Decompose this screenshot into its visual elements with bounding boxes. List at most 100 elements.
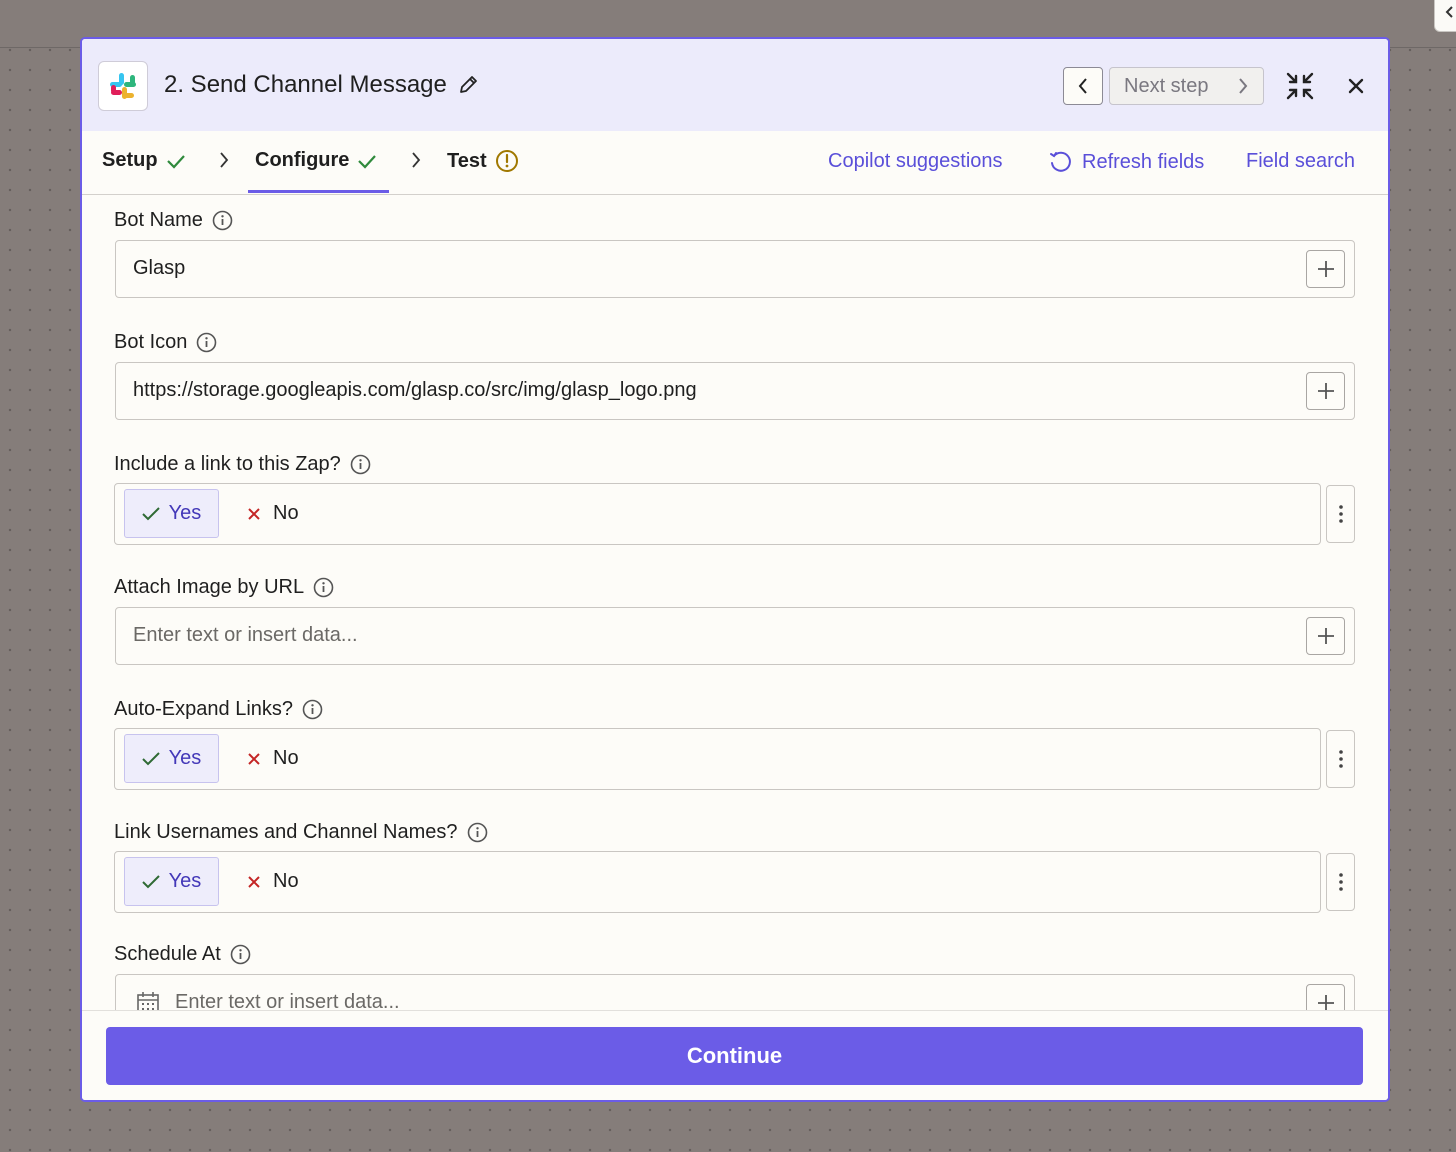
tab-test[interactable]: Test — [447, 149, 519, 173]
chevron-left-icon — [1445, 6, 1453, 18]
field-search-link[interactable]: Field search — [1246, 150, 1355, 173]
link-names-label: Link Usernames and Channel Names? — [114, 821, 488, 844]
auto-expand-toggle: Yes No — [114, 728, 1321, 790]
check-icon — [166, 154, 185, 169]
bot-icon-label-text: Bot Icon — [114, 331, 188, 353]
insert-data-button[interactable] — [1306, 250, 1345, 288]
warning-circle-icon — [495, 150, 518, 172]
check-icon — [358, 154, 377, 169]
attach-image-label: Attach Image by URL — [114, 576, 334, 599]
link-names-label-text: Link Usernames and Channel Names? — [114, 821, 458, 843]
info-icon[interactable] — [313, 577, 334, 598]
slack-app-icon — [98, 61, 148, 111]
kebab-menu-icon — [1338, 505, 1343, 523]
bot-icon-label: Bot Icon — [114, 331, 217, 354]
yes-option-label: Yes — [168, 502, 202, 524]
no-option[interactable]: No — [247, 734, 299, 783]
yes-option-label: Yes — [168, 870, 202, 892]
schedule-at-label-text: Schedule At — [114, 943, 221, 965]
include-link-label: Include a link to this Zap? — [114, 453, 371, 476]
modal-footer: Continue — [82, 1010, 1388, 1100]
no-option-label: No — [273, 502, 299, 524]
copilot-suggestions-label: Copilot suggestions — [828, 150, 1003, 172]
yes-option[interactable]: Yes — [124, 734, 219, 783]
x-icon — [248, 507, 260, 520]
step-title[interactable]: 2. Send Channel Message — [164, 71, 479, 99]
info-icon[interactable] — [230, 944, 251, 965]
schedule-at-placeholder: Enter text or insert data... — [175, 991, 400, 1010]
continue-button-label: Continue — [686, 1043, 783, 1068]
bot-icon-value: https://storage.googleapis.com/glasp.co/… — [133, 379, 697, 401]
field-options-button[interactable] — [1326, 853, 1355, 911]
chevron-right-icon — [220, 152, 229, 168]
next-step-button[interactable]: Next step — [1109, 67, 1264, 105]
collapse-arrows-icon — [1286, 72, 1314, 100]
pencil-icon[interactable] — [457, 74, 479, 96]
field-options-button[interactable] — [1326, 730, 1355, 788]
schedule-at-label: Schedule At — [114, 943, 251, 966]
insert-data-button[interactable] — [1306, 617, 1345, 655]
chevron-left-icon — [1078, 78, 1087, 94]
bot-icon-field[interactable]: https://storage.googleapis.com/glasp.co/… — [115, 362, 1355, 420]
attach-image-label-text: Attach Image by URL — [114, 576, 305, 598]
yes-option[interactable]: Yes — [124, 857, 219, 906]
auto-expand-label: Auto-Expand Links? — [114, 698, 323, 721]
tab-configure-label: Configure — [255, 149, 350, 171]
tab-configure[interactable]: Configure — [255, 149, 377, 172]
no-option[interactable]: No — [247, 489, 299, 538]
previous-step-button[interactable] — [1063, 67, 1103, 105]
insert-data-button[interactable] — [1306, 984, 1345, 1010]
no-option-label: No — [273, 747, 299, 769]
x-icon — [248, 875, 260, 888]
no-option-label: No — [273, 870, 299, 892]
next-step-label: Next step — [1124, 74, 1209, 97]
step-tabs: Setup Configure Test Copilot suggestions — [82, 131, 1388, 195]
kebab-menu-icon — [1338, 873, 1343, 891]
kebab-menu-icon — [1338, 750, 1343, 768]
chevron-right-icon — [412, 152, 421, 168]
x-icon — [248, 752, 260, 765]
slack-logo-icon — [110, 73, 136, 99]
info-icon[interactable] — [196, 332, 217, 353]
field-search-label: Field search — [1246, 150, 1355, 172]
close-button[interactable] — [1342, 72, 1370, 100]
check-icon — [141, 751, 160, 765]
copilot-suggestions-link[interactable]: Copilot suggestions — [828, 150, 1003, 173]
step-title-text: 2. Send Channel Message — [164, 71, 447, 98]
auto-expand-label-text: Auto-Expand Links? — [114, 698, 294, 720]
bot-name-value: Glasp — [133, 257, 186, 279]
no-option[interactable]: No — [247, 857, 299, 906]
bot-name-label: Bot Name — [114, 209, 233, 232]
corner-collapse-button[interactable] — [1434, 0, 1456, 32]
plus-icon — [1317, 628, 1334, 644]
field-options-button[interactable] — [1326, 485, 1355, 543]
insert-data-button[interactable] — [1306, 372, 1345, 410]
collapse-button[interactable] — [1284, 70, 1316, 102]
attach-image-field[interactable]: Enter text or insert data... — [115, 607, 1355, 665]
chevron-right-icon — [1239, 78, 1248, 94]
include-link-label-text: Include a link to this Zap? — [114, 453, 341, 475]
refresh-fields-label: Refresh fields — [1082, 150, 1205, 173]
yes-option[interactable]: Yes — [124, 489, 219, 538]
close-icon — [1348, 78, 1364, 94]
tab-setup-label: Setup — [102, 149, 158, 171]
continue-button[interactable]: Continue — [106, 1027, 1363, 1085]
info-icon[interactable] — [350, 454, 371, 475]
bot-name-field[interactable]: Glasp — [115, 240, 1355, 298]
yes-option-label: Yes — [168, 747, 202, 769]
active-tab-indicator — [248, 190, 389, 193]
include-link-toggle: Yes No — [114, 483, 1321, 545]
tab-setup[interactable]: Setup — [102, 149, 186, 172]
tab-test-label: Test — [447, 149, 487, 172]
step-editor-modal: 2. Send Channel Message Next step Setup … — [80, 37, 1390, 1102]
calendar-icon — [137, 992, 159, 1010]
info-icon[interactable] — [212, 210, 233, 231]
info-icon[interactable] — [467, 822, 488, 843]
schedule-at-field[interactable]: Enter text or insert data... — [115, 974, 1355, 1010]
link-names-toggle: Yes No — [114, 851, 1321, 913]
plus-icon — [1317, 995, 1334, 1010]
plus-icon — [1317, 383, 1334, 399]
refresh-fields-button[interactable]: Refresh fields — [1048, 150, 1204, 174]
info-icon[interactable] — [302, 699, 323, 720]
bot-name-label-text: Bot Name — [114, 209, 203, 231]
